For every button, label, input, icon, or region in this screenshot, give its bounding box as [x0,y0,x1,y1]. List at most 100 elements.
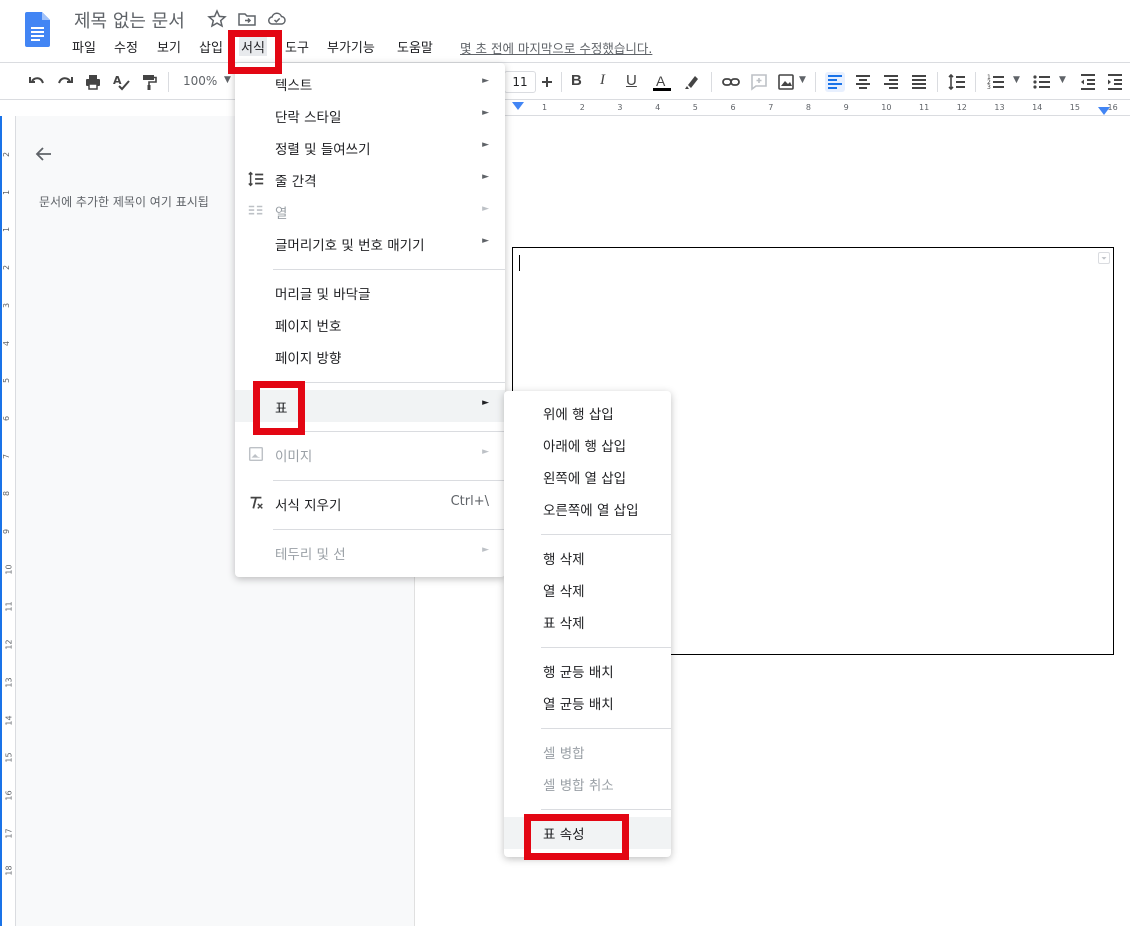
menu-addons[interactable]: 부가기능 [327,37,375,56]
ruler-tick-label: 8 [805,103,811,112]
horizontal-ruler[interactable]: 1 2 3 4 5 6 7 8 9 10 11 12 13 14 15 16 [505,100,1130,116]
text-color-icon[interactable]: A [652,72,672,92]
ruler-tick-label: 11 [919,103,930,112]
menu-help[interactable]: 도움말 [397,37,433,56]
menu-item-distribute-columns[interactable]: 열 균등 배치 [504,687,671,717]
menu-file[interactable]: 파일 [72,37,96,56]
menu-item-clear-formatting[interactable]: 서식 지우기 Ctrl+\ [235,488,505,518]
left-indent-marker-icon[interactable] [512,102,524,111]
paint-format-icon[interactable] [139,72,159,92]
menu-item-page-orientation[interactable]: 페이지 방향 [235,341,505,371]
menu-item-header-footer[interactable]: 머리글 및 바닥글 [235,277,505,307]
star-icon[interactable] [207,9,227,29]
menu-item-page-numbers[interactable]: 페이지 번호 [235,309,505,339]
clear-formatting-icon [250,496,263,509]
document-title[interactable]: 제목 없는 문서 [74,7,185,33]
cloud-status-icon[interactable] [267,9,287,29]
menu-edit[interactable]: 수정 [114,37,138,56]
submenu-arrow-icon: ► [482,447,489,457]
last-edit-link[interactable]: 몇 초 전에 마지막으로 수정했습니다. [460,38,652,57]
align-right-icon[interactable] [881,72,901,92]
bulleted-list-icon[interactable] [1032,72,1052,92]
svg-text:3: 3 [987,84,991,91]
back-arrow-icon[interactable] [34,144,54,164]
menu-item-image[interactable]: 이미지 ► [235,439,505,469]
decrease-indent-icon[interactable] [1078,72,1098,92]
submenu-arrow-icon: ► [482,545,489,555]
menu-insert[interactable]: 삽입 [199,37,223,56]
ruler-tick-label: 3 [617,103,623,112]
align-left-icon[interactable] [825,72,845,92]
menu-item-delete-column[interactable]: 열 삭제 [504,574,671,604]
vertical-ruler[interactable]: 2 1 1 2 3 4 5 6 7 8 9 10 11 12 13 14 15 16 17 18 [0,116,16,926]
line-spacing-icon[interactable] [947,72,967,92]
menu-item-insert-row-above[interactable]: 위에 행 삽입 [504,397,671,427]
chevron-down-icon[interactable]: ▼ [1059,75,1066,85]
text-cursor [519,255,520,271]
numbered-list-icon[interactable]: 123 [986,72,1006,92]
ruler-tick-label: 17 [4,828,14,839]
menu-tools[interactable]: 도구 [285,37,309,56]
highlight-color-icon[interactable] [682,72,702,92]
spellcheck-icon[interactable]: A [111,72,131,92]
ruler-tick-label: 16 [1107,103,1118,112]
italic-icon[interactable]: I [600,72,605,89]
font-size-increase-icon[interactable] [537,72,557,92]
menu-separator [273,529,505,530]
line-spacing-icon [248,171,264,187]
menu-item-distribute-rows[interactable]: 행 균등 배치 [504,655,671,685]
undo-icon[interactable] [27,72,47,92]
menu-item-paragraph-style[interactable]: 단락 스타일 ► [235,100,505,130]
menu-item-delete-row[interactable]: 행 삭제 [504,542,671,572]
ruler-tick-label: 5 [2,378,12,384]
image-icon [248,446,264,462]
image-icon[interactable] [777,72,797,92]
font-size-input[interactable]: 11 [504,71,536,93]
toolbar-separator [975,72,976,92]
menu-item-insert-column-right[interactable]: 오른쪽에 열 삽입 [504,493,671,523]
menu-item-borders-lines[interactable]: 테두리 및 선 ► [235,537,505,567]
align-center-icon[interactable] [853,72,873,92]
shortcut-label: Ctrl+\ [450,494,489,509]
ruler-tick-label: 8 [2,491,12,497]
print-icon[interactable] [83,72,103,92]
menu-item-insert-column-left[interactable]: 왼쪽에 열 삽입 [504,461,671,491]
ruler-tick-label: 1 [2,189,12,195]
menu-item-line-spacing[interactable]: 줄 간격 ► [235,164,505,194]
comment-icon[interactable] [749,72,769,92]
ruler-tick-label: 13 [994,103,1005,112]
link-icon[interactable] [721,72,741,92]
menu-view[interactable]: 보기 [157,37,181,56]
increase-indent-icon[interactable] [1105,72,1125,92]
menu-item-bullets-numbering[interactable]: 글머리기호 및 번호 매기기 ► [235,228,505,258]
docs-logo-icon[interactable] [25,12,50,47]
toolbar-separator [937,72,938,92]
submenu-arrow-icon: ► [482,236,489,246]
underline-icon[interactable]: U [626,72,637,89]
outline-placeholder: 문서에 추가한 제목이 여기 표시됩 [39,195,209,209]
zoom-select[interactable]: 100% [183,74,217,88]
menu-item-align-indent[interactable]: 정렬 및 들여쓰기 ► [235,132,505,162]
ruler-tick-label: 4 [2,340,12,346]
redo-icon[interactable] [55,72,75,92]
ruler-tick-label: 9 [2,528,12,535]
move-folder-icon[interactable] [237,9,257,29]
format-menu: 텍스트 ► 단락 스타일 ► 정렬 및 들여쓰기 ► 줄 간격 ► 열 ► 글머리기호 및… [235,63,505,577]
chevron-down-icon[interactable]: ▼ [224,75,231,85]
justify-icon[interactable] [909,72,929,92]
cell-menu-chevron-icon[interactable] [1098,252,1110,264]
menu-item-delete-table[interactable]: 표 삭제 [504,606,671,636]
chevron-down-icon[interactable]: ▼ [799,75,806,85]
menu-item-insert-row-below[interactable]: 아래에 행 삽입 [504,429,671,459]
ruler-tick-label: 13 [4,677,14,688]
menu-item-merge-cells[interactable]: 셀 병합 [504,736,671,766]
highlight-box-table-properties [524,814,629,860]
bold-icon[interactable]: B [571,72,582,89]
ruler-tick-label: 12 [956,103,967,112]
chevron-down-icon[interactable]: ▼ [1013,75,1020,85]
submenu-arrow-icon: ► [482,204,489,214]
menu-separator [273,431,505,432]
highlight-box-format-menu [228,30,282,74]
menu-item-columns[interactable]: 열 ► [235,196,505,226]
menu-item-unmerge-cells[interactable]: 셀 병합 취소 [504,768,671,798]
